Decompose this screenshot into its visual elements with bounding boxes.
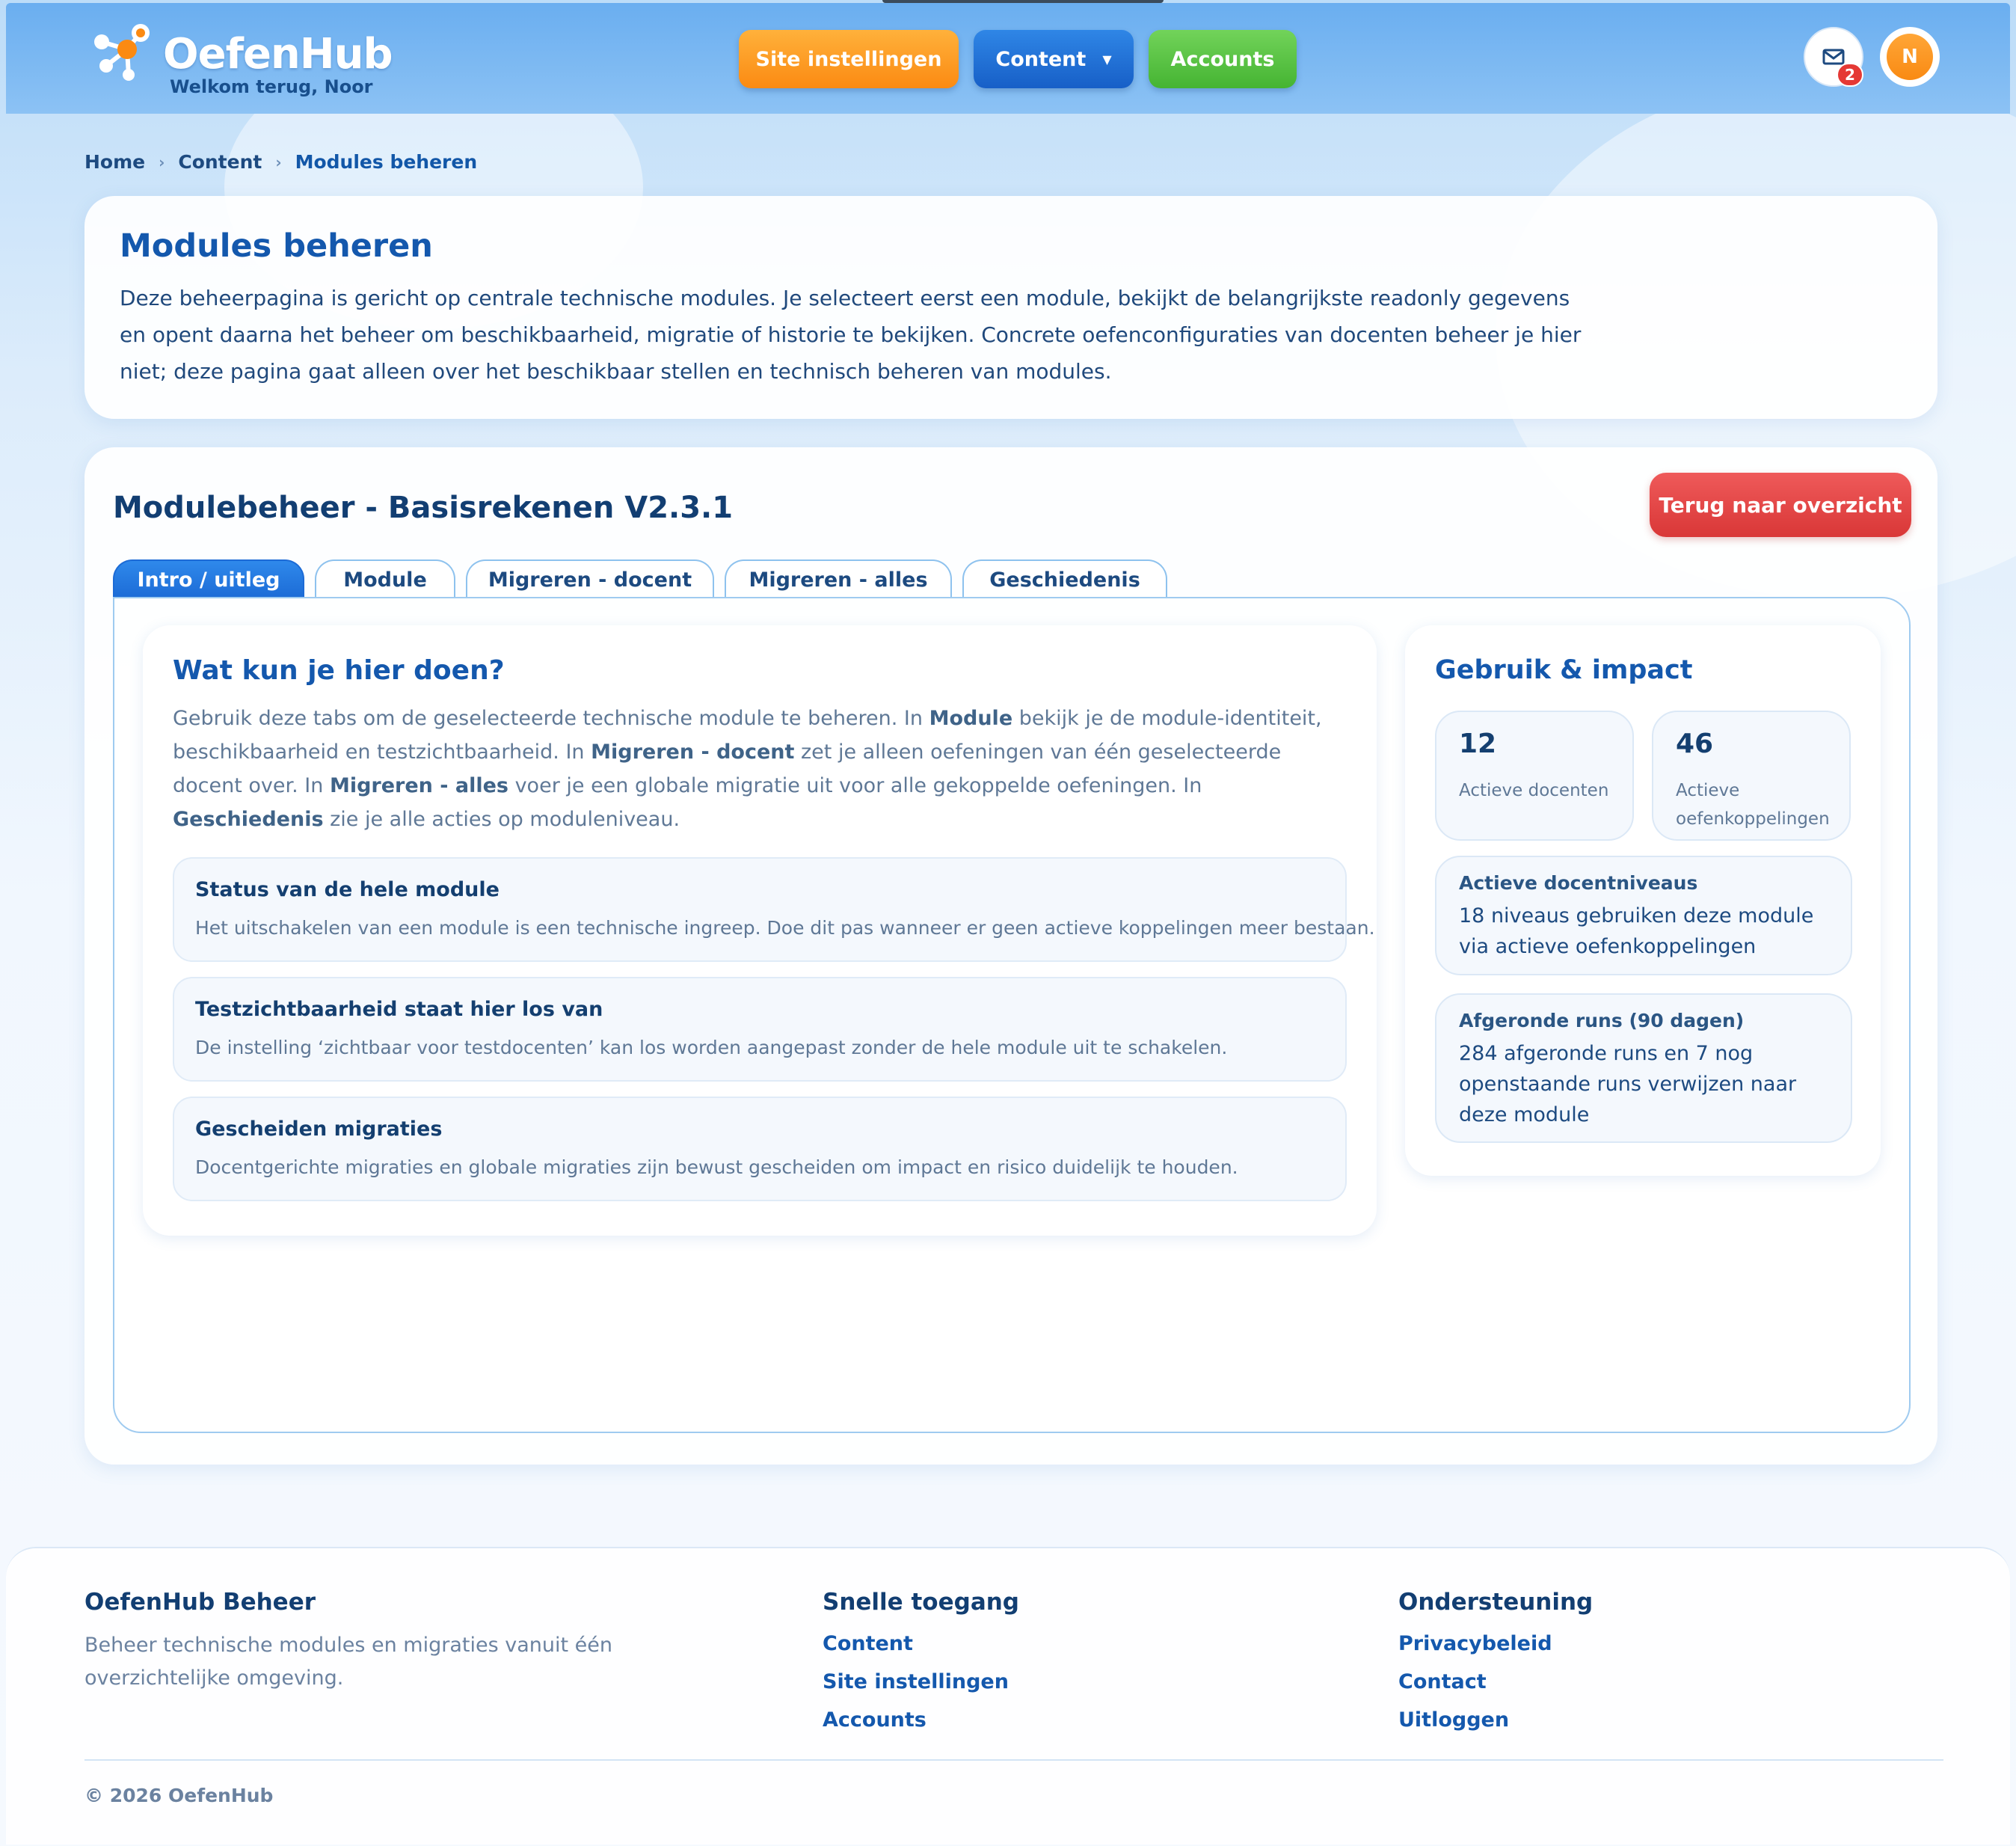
nav-accounts-label: Accounts (1170, 47, 1275, 71)
footer-about-title: OefenHub Beheer (84, 1589, 316, 1616)
info-box-text: Het uitschakelen van een module is een t… (195, 917, 1375, 939)
completed-runs-box: Afgeronde runs (90 dagen) 284 afgeronde … (1435, 993, 1852, 1143)
nav-content-dropdown[interactable]: Content ▼ (974, 30, 1134, 88)
levels-title: Actieve docentniveaus (1459, 872, 1698, 894)
avatar-initial: N (1887, 34, 1933, 80)
footer-divider (84, 1759, 1943, 1761)
unread-count-badge: 2 (1837, 63, 1863, 87)
tab-panel-intro: Wat kun je hier doen? Gebruik deze tabs … (113, 597, 1911, 1433)
info-box-title: Gescheiden migraties (195, 1117, 443, 1141)
window-notch (882, 0, 1164, 3)
nav-site-settings-button[interactable]: Site instellingen (739, 30, 959, 88)
usage-impact-card: Gebruik & impact 12 Actieve docenten 46 … (1405, 625, 1881, 1176)
intro-card: Modules beheren Deze beheerpagina is ger… (84, 196, 1937, 419)
footer-link-site-settings[interactable]: Site instellingen (823, 1670, 1009, 1693)
welcome-text: Welkom terug, Noor (170, 76, 373, 97)
info-box-title: Testzichtbaarheid staat hier los van (195, 998, 603, 1021)
tab-migrate-teacher[interactable]: Migreren - docent (466, 559, 714, 598)
page-title: Modules beheren (120, 227, 433, 265)
info-box-module-status: Status van de hele module Het uitschakel… (173, 857, 1375, 962)
footer-support-title: Ondersteuning (1398, 1589, 1594, 1616)
brand-logo[interactable]: OefenHub (88, 21, 393, 84)
levels-text: 18 niveaus gebruiken deze module via act… (1459, 904, 1814, 958)
active-levels-box: Actieve docentniveaus 18 niveaus gebruik… (1435, 856, 1852, 975)
stat-label: Actieve oefenkoppelingen (1676, 781, 1830, 829)
breadcrumb: Home › Content › Modules beheren (84, 151, 477, 173)
breadcrumb-current: Modules beheren (295, 151, 478, 173)
impact-title: Gebruik & impact (1435, 655, 1693, 685)
tab-intro[interactable]: Intro / uitleg (113, 559, 304, 598)
module-management-card: Modulebeheer - Basisrekenen V2.3.1 Terug… (84, 447, 1937, 1465)
footer-about-text: Beheer technische modules en migraties v… (84, 1634, 612, 1690)
info-box-text: De instelling ‘zichtbaar voor testdocent… (195, 1037, 1228, 1058)
tab-migrate-all[interactable]: Migreren - alles (725, 559, 952, 598)
stat-active-teachers: 12 Actieve docenten (1435, 711, 1634, 841)
stat-value: 46 (1676, 729, 1714, 759)
stat-label: Actieve docenten (1459, 781, 1609, 800)
copyright-text: © 2026 OefenHub (84, 1785, 274, 1806)
nav-content-label: Content (995, 47, 1087, 71)
breadcrumb-home[interactable]: Home (84, 151, 145, 173)
runs-title: Afgeronde runs (90 dagen) (1459, 1010, 1745, 1031)
tab-history[interactable]: Geschiedenis (962, 559, 1167, 598)
top-header: OefenHub Welkom terug, Noor Site instell… (6, 3, 2010, 114)
runs-text: 284 afgeronde runs en 7 nog openstaande … (1459, 1042, 1797, 1126)
back-to-overview-button[interactable]: Terug naar overzicht (1650, 473, 1911, 537)
info-box-title: Status van de hele module (195, 878, 500, 901)
footer-quick-title: Snelle toegang (823, 1589, 1020, 1616)
info-box-separate-migrations: Gescheiden migraties Docentgerichte migr… (173, 1097, 1347, 1201)
info-box-test-visibility: Testzichtbaarheid staat hier los van De … (173, 977, 1347, 1082)
breadcrumb-content[interactable]: Content (178, 151, 262, 173)
user-avatar-button[interactable]: N (1880, 27, 1940, 87)
nav-site-settings-label: Site instellingen (755, 47, 942, 71)
mail-icon (1822, 49, 1845, 65)
stat-active-links: 46 Actieve oefenkoppelingen (1652, 711, 1851, 841)
intro-description: Deze beheerpagina is gericht op centrale… (120, 286, 1582, 384)
explanation-text: Gebruik deze tabs om de geselecteerde te… (173, 707, 1322, 831)
tab-module[interactable]: Module (315, 559, 455, 598)
footer-link-contact[interactable]: Contact (1398, 1670, 1487, 1693)
brand-name: OefenHub (163, 30, 393, 79)
footer-link-accounts[interactable]: Accounts (823, 1708, 926, 1732)
stat-value: 12 (1459, 729, 1497, 759)
footer-link-logout[interactable]: Uitloggen (1398, 1708, 1509, 1732)
footer-link-privacy[interactable]: Privacybeleid (1398, 1632, 1552, 1655)
chevron-down-icon: ▼ (1102, 52, 1112, 67)
info-box-text: Docentgerichte migraties en globale migr… (195, 1156, 1238, 1178)
explanation-title: Wat kun je hier doen? (173, 655, 505, 686)
chevron-right-icon: › (275, 153, 282, 171)
footer: OefenHub Beheer Beheer technische module… (6, 1547, 2010, 1845)
chevron-right-icon: › (159, 153, 165, 171)
molecule-icon (88, 21, 166, 84)
explanation-card: Wat kun je hier doen? Gebruik deze tabs … (143, 625, 1377, 1236)
nav-accounts-button[interactable]: Accounts (1149, 30, 1297, 88)
footer-link-content[interactable]: Content (823, 1632, 913, 1655)
module-title: Modulebeheer - Basisrekenen V2.3.1 (113, 491, 734, 525)
